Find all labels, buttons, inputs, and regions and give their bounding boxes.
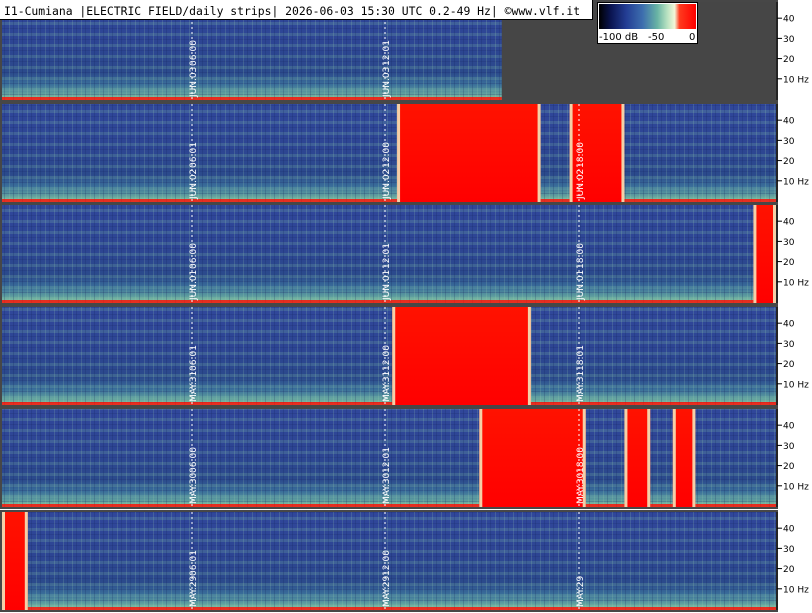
y-tick-label: 20: [783, 55, 795, 65]
date-label: MAY.31: [189, 371, 199, 402]
time-label: 06:00: [189, 447, 199, 473]
y-tick-label: 20: [783, 360, 795, 370]
y-tick-label: 10 Hz: [783, 75, 809, 85]
chart-title: I1-Cumiana |ELECTRIC FIELD/daily strips|…: [4, 4, 581, 18]
time-label: 06:00: [189, 243, 199, 269]
time-label: 12:00: [382, 142, 392, 168]
y-tick-label: 40: [783, 117, 795, 127]
y-tick-label: 40: [783, 218, 795, 228]
y-tick-label: 30: [783, 238, 795, 248]
y-tick-label: 40: [783, 320, 795, 330]
color-scale-gradient: [599, 4, 696, 29]
date-label: JUN.02: [382, 169, 392, 200]
date-label: MAY.30: [576, 473, 586, 504]
saturation-edge: [773, 205, 776, 303]
lf-noise-floor: [2, 97, 502, 100]
saturated-period: [479, 409, 586, 507]
strip-jun-01: JUN.01 JUN.01 JUN.0106:00 12:01 18:004030201…: [0, 203, 809, 305]
header-bar: I1-Cumiana |ELECTRIC FIELD/daily strips|…: [0, 0, 593, 20]
date-label: MAY.30: [189, 473, 199, 504]
strip-may-31: MAY.31 MAY.31 MAY.3106:01 12:00 18:014030201…: [0, 305, 809, 407]
color-scale-max-label: 0: [689, 32, 696, 43]
y-tick-label: 10 Hz: [783, 177, 809, 187]
time-label: 12:01: [382, 40, 392, 66]
color-scale-mid-label: -50: [648, 32, 665, 43]
time-label: 12:00: [382, 345, 392, 371]
date-label: JUN.03: [189, 67, 199, 98]
saturation-edge: [537, 104, 541, 202]
date-label: MAY.29: [576, 576, 586, 607]
saturation-edge: [527, 307, 531, 405]
y-tick-label: 40: [783, 525, 795, 535]
saturation-edge: [624, 409, 628, 507]
y-tick-label: 10 Hz: [783, 278, 809, 288]
saturation-edge: [647, 409, 651, 507]
y-tick-label: 40: [783, 15, 795, 25]
saturated-period: [392, 307, 531, 405]
saturated-period: [753, 205, 776, 303]
time-label: 18:00: [576, 243, 586, 269]
date-label: JUN.01: [189, 270, 199, 301]
date-label: JUN.03: [382, 67, 392, 98]
saturation-edge: [672, 409, 676, 507]
y-tick-label: 10 Hz: [783, 585, 809, 595]
y-tick-label: 10 Hz: [783, 482, 809, 492]
saturation-edge: [397, 104, 401, 202]
saturation-edge: [479, 409, 483, 507]
time-label: 12:01: [382, 243, 392, 269]
y-tick-label: 30: [783, 35, 795, 45]
saturated-period: [672, 409, 696, 507]
daily-strips-chart: JUN.03 JUN.0306:00 12:0140302010 HzJUN.02 J…: [0, 0, 812, 613]
y-tick-label: 30: [783, 545, 795, 555]
strip-may-30: MAY.30 MAY.30 MAY.3006:00 12:01 18:004030201…: [0, 407, 809, 509]
date-label: MAY.29: [189, 576, 199, 607]
time-label: 18:01: [576, 345, 586, 371]
date-label: JUN.02: [189, 169, 199, 200]
color-scale-legend: -100 dB -50 0: [597, 2, 698, 44]
saturation-edge: [569, 104, 573, 202]
date-label: MAY.30: [382, 473, 392, 504]
saturation-edge: [2, 512, 5, 610]
y-tick-label: 20: [783, 565, 795, 575]
y-tick-label: 40: [783, 422, 795, 432]
date-label: MAY.31: [382, 371, 392, 402]
time-label: 12:00: [382, 550, 392, 576]
time-label: 06:01: [189, 345, 199, 371]
saturated-period: [397, 104, 541, 202]
date-label: MAY.31: [576, 371, 586, 402]
saturation-edge: [753, 205, 757, 303]
color-scale-min-label: -100 dB: [599, 32, 639, 43]
time-label: 18:00: [576, 447, 586, 473]
saturation-edge: [621, 104, 625, 202]
time-label: 06:01: [189, 550, 199, 576]
y-tick-label: 30: [783, 442, 795, 452]
date-label: JUN.01: [576, 270, 586, 301]
y-tick-label: 10 Hz: [783, 380, 809, 390]
strip-may-29: MAY.29 MAY.29 MAY.2906:01 12:0040302010 Hz: [0, 510, 809, 612]
saturated-period: [624, 409, 651, 507]
date-label: JUN.01: [382, 270, 392, 301]
saturation-edge: [392, 307, 396, 405]
saturated-period: [2, 512, 28, 610]
date-label: MAY.29: [382, 576, 392, 607]
time-label: 12:01: [382, 447, 392, 473]
time-label: 06:01: [189, 142, 199, 168]
y-tick-label: 20: [783, 258, 795, 268]
y-tick-label: 20: [783, 462, 795, 472]
y-tick-label: 30: [783, 137, 795, 147]
spectrogram-page: JUN.03 JUN.03 06:00 12:01 40 30 20 10 Hz JUN.02 J…: [0, 0, 812, 613]
saturation-edge: [692, 409, 696, 507]
y-tick-label: 20: [783, 157, 795, 167]
y-tick-label: 30: [783, 340, 795, 350]
date-label: JUN.02: [576, 169, 586, 200]
strip-jun-02: JUN.02 JUN.02 JUN.0206:01 12:00 18:004030201…: [0, 102, 809, 204]
time-label: 06:00: [189, 40, 199, 66]
saturation-edge: [24, 512, 28, 610]
time-label: 18:00: [576, 142, 586, 168]
